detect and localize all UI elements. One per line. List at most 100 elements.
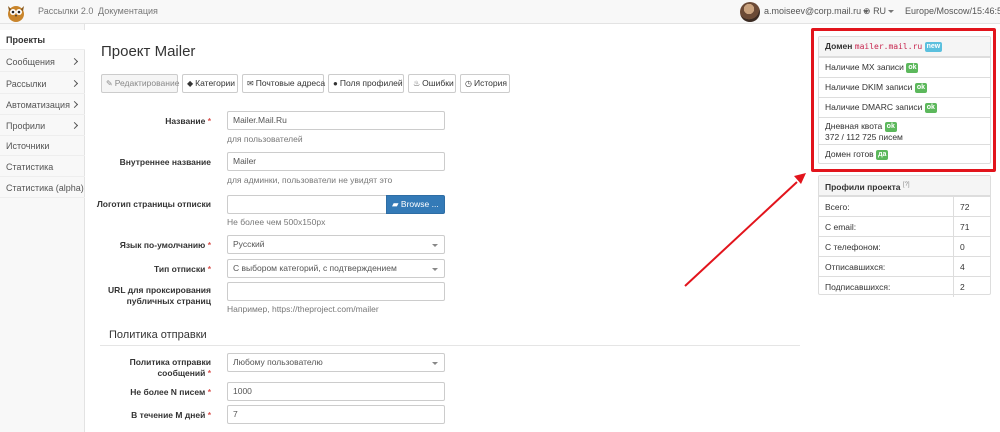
edit-icon: ✎	[106, 79, 113, 88]
sidebar-item-statistics[interactable]: Статистика	[0, 157, 85, 177]
sidebar-item-label: Сообщения	[6, 57, 55, 67]
user-email: a.moiseev@corp.mail.ru	[764, 6, 862, 16]
unsubscribe-type-label-text: Тип отписки	[154, 264, 206, 274]
table-row: Отписавшихся: 4	[819, 256, 990, 277]
stat-label: С телефоном:	[825, 242, 881, 252]
red-highlight-frame	[811, 28, 996, 172]
stat-label: Отписавшихся:	[825, 262, 886, 272]
top-navbar: Рассылки 2.0 Документация a.moiseev@corp…	[0, 0, 1000, 24]
table-row: С email: 71	[819, 216, 990, 237]
required-marker: *	[207, 264, 211, 274]
sidebar-item-label: Рассылки	[6, 79, 47, 89]
proxy-url-help: Например, https://theproject.com/mailer	[227, 304, 379, 314]
tab-label: Категории	[195, 78, 236, 88]
tab-label: Поля профилей	[339, 78, 403, 88]
default-language-value: Русский	[233, 239, 265, 249]
sidebar-item-label: Профили	[6, 121, 46, 131]
browse-button[interactable]: ▰ Browse ...	[386, 195, 445, 214]
internal-name-input[interactable]: Mailer	[227, 152, 445, 171]
sidebar-item-profiles[interactable]: Профили	[0, 116, 85, 136]
page-title: Проект Mailer	[101, 43, 196, 60]
tab-label: История	[473, 78, 507, 88]
required-marker: *	[207, 240, 211, 250]
user-avatar[interactable]	[740, 2, 760, 22]
language-menu[interactable]: ⊕ RU	[863, 6, 895, 17]
tab-history[interactable]: ◷ История	[460, 74, 510, 93]
tab-mail-addresses[interactable]: ✉ Почтовые адреса	[242, 74, 325, 93]
chevron-right-icon	[70, 79, 79, 88]
stat-label: Всего:	[825, 202, 850, 212]
required-marker: *	[207, 368, 211, 378]
days-window-label-text: В течение M дней	[131, 410, 206, 420]
max-messages-input[interactable]: 1000	[227, 382, 445, 401]
default-language-label-text: Язык по-умолчанию	[119, 240, 206, 250]
unsubscribe-type-label: Тип отписки *	[96, 264, 211, 275]
chevron-down-icon	[432, 244, 438, 247]
project-profiles-panel: Профили проекта [?] Всего: 72 С email: 71 …	[818, 175, 991, 297]
user-menu[interactable]: a.moiseev@corp.mail.ru	[764, 6, 870, 16]
sidebar-item-automation[interactable]: Автоматизация	[0, 95, 85, 115]
logo-label: Логотип страницы отписки	[96, 199, 211, 209]
sidebar-item-label: Статистика	[6, 162, 54, 172]
name-input[interactable]: Mailer.Mail.Ru	[227, 111, 445, 130]
tab-edit[interactable]: ✎ Редактирование	[101, 74, 180, 93]
internal-name-label: Внутреннее название	[119, 157, 211, 167]
stat-value: 71	[953, 217, 990, 237]
fire-icon: ♨	[413, 79, 421, 88]
sidebar-item-projects[interactable]: Проекты	[0, 30, 85, 50]
chevron-down-icon	[432, 362, 438, 365]
sending-policy-select[interactable]: Любому пользователю	[227, 353, 445, 372]
proxy-url-input[interactable]	[227, 282, 445, 301]
tab-profile-fields[interactable]: ● Поля профилей	[328, 74, 404, 93]
clock-icon: ◷	[465, 79, 472, 88]
proxy-url-label-line1: URL для проксирования	[108, 285, 211, 295]
days-window-label: В течение M дней *	[96, 410, 211, 421]
internal-name-help: для админки, пользователи не увидят это	[227, 175, 393, 185]
table-row: Подписавшихся: 2	[819, 276, 990, 297]
default-language-select[interactable]: Русский	[227, 235, 445, 254]
table-row: С телефоном: 0	[819, 236, 990, 257]
sidebar-item-label: Статистика (alpha)	[6, 183, 84, 193]
stat-label: Подписавшихся:	[825, 282, 891, 292]
unsubscribe-type-value: С выбором категорий, с подтверждением	[233, 263, 397, 273]
tag-icon: ◆	[187, 79, 194, 88]
sidebar-item-messages[interactable]: Сообщения	[0, 52, 85, 72]
stat-value: 2	[953, 277, 990, 297]
tab-label: Ошибки	[422, 78, 454, 88]
stat-value: 72	[953, 197, 990, 217]
default-language-label: Язык по-умолчанию *	[96, 240, 211, 251]
user-icon: ●	[333, 79, 338, 88]
sidebar-item-mailings[interactable]: Рассылки	[0, 74, 85, 94]
brand-link[interactable]: Рассылки 2.0	[38, 6, 93, 16]
sending-policy-value: Любому пользователю	[233, 357, 323, 367]
tab-categories[interactable]: ◆ Категории	[182, 74, 238, 93]
tab-label: Редактирование	[114, 78, 180, 88]
days-window-input[interactable]: 7	[227, 405, 445, 424]
name-help: для пользователей	[227, 134, 303, 144]
sending-policy-label-line1: Политика отправки	[129, 357, 211, 367]
sidebar-item-sources[interactable]: Источники	[0, 136, 85, 156]
sidebar-item-statistics-alpha[interactable]: Статистика (alpha)	[0, 178, 85, 198]
max-messages-label-text: Не более N писем	[130, 387, 206, 397]
help-tooltip-icon[interactable]: [?]	[903, 182, 910, 188]
envelope-icon: ✉	[247, 79, 254, 88]
timezone-clock: Europe/Moscow/15:46:54	[905, 6, 1000, 16]
sending-policy-section-title: Политика отправки	[109, 329, 207, 341]
stat-value: 4	[953, 257, 990, 277]
proxy-url-label: URL для проксирования публичных страниц	[96, 285, 211, 307]
docs-link[interactable]: Документация	[98, 6, 158, 16]
sending-policy-label: Политика отправки сообщений *	[96, 357, 211, 379]
chevron-down-icon	[432, 268, 438, 271]
logo-file-input[interactable]	[227, 195, 386, 214]
profiles-panel-title: Профили проекта	[825, 181, 901, 192]
tab-errors[interactable]: ♨ Ошибки	[408, 74, 456, 93]
owl-logo-icon[interactable]	[5, 1, 27, 23]
browse-label: Browse ...	[400, 199, 439, 209]
profiles-panel-header: Профили проекта [?]	[819, 176, 990, 196]
unsubscribe-type-select[interactable]: С выбором категорий, с подтверждением	[227, 259, 445, 278]
sidebar-item-label: Автоматизация	[6, 100, 70, 110]
name-label: Название *	[96, 116, 211, 127]
logo-help: Не более чем 500x150px	[227, 217, 326, 227]
sidebar: Проекты Сообщения Рассылки Автоматизация…	[0, 24, 85, 432]
required-marker: *	[207, 410, 211, 420]
